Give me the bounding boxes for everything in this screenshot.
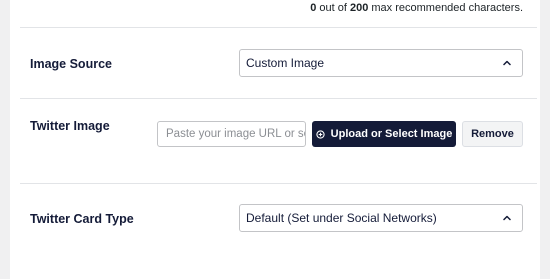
settings-panel: 0 out of 200 max recommended characters.…	[10, 0, 540, 279]
char-count-separator: out of	[316, 2, 350, 14]
image-url-placeholder: Paste your image URL or se	[166, 128, 306, 140]
twitter-card-type-value: Default (Set under Social Networks)	[246, 211, 437, 225]
image-source-label: Image Source	[30, 57, 112, 71]
char-count-max: 200	[349, 2, 369, 14]
image-source-value: Custom Image	[246, 56, 325, 70]
upload-image-button[interactable]: Upload or Select Image	[312, 121, 456, 147]
character-counter: 0 out of 200 max recommended characters.	[310, 2, 523, 14]
twitter-card-type-label: Twitter Card Type	[30, 212, 134, 226]
twitter-image-label: Twitter Image	[30, 119, 110, 133]
divider	[20, 98, 537, 99]
char-count-suffix: max recommended characters.	[368, 2, 523, 14]
plus-circle-icon	[316, 129, 325, 139]
divider	[20, 183, 537, 184]
image-source-select[interactable]: Custom Image	[239, 49, 523, 77]
divider	[20, 27, 537, 28]
twitter-card-type-select[interactable]: Default (Set under Social Networks)	[239, 204, 523, 232]
upload-image-label: Upload or Select Image	[330, 128, 453, 140]
remove-image-button[interactable]: Remove	[462, 121, 523, 147]
chevron-up-icon	[503, 60, 511, 66]
image-url-input[interactable]: Paste your image URL or se	[157, 121, 306, 147]
chevron-up-icon	[503, 215, 511, 221]
